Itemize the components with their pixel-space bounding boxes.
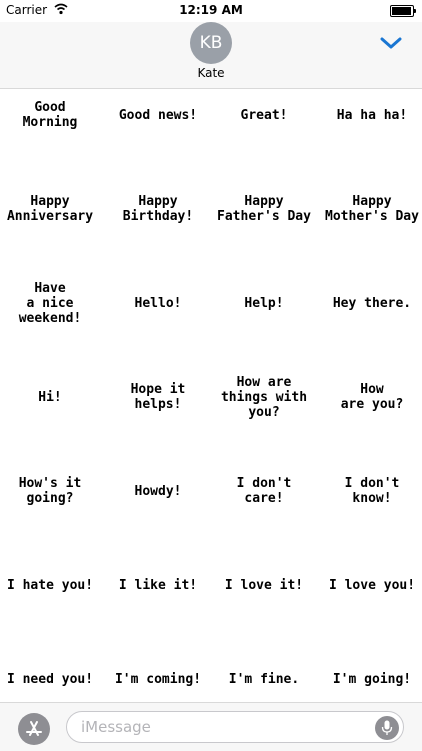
message-input[interactable] — [66, 711, 404, 743]
battery-level — [392, 7, 411, 15]
avatar[interactable]: KB — [190, 22, 232, 64]
sticker-item[interactable]: I don't know! — [320, 447, 422, 535]
sticker-item[interactable]: Hope it helps! — [106, 353, 210, 441]
message-composer — [0, 702, 422, 751]
sticker-item[interactable]: I hate you! — [0, 541, 102, 629]
microphone-icon — [381, 720, 393, 735]
sticker-item[interactable]: I'm going! — [320, 635, 422, 701]
status-time: 12:19 AM — [179, 3, 243, 17]
sticker-item[interactable]: I don't care! — [212, 447, 316, 535]
battery-icon — [390, 5, 416, 17]
sticker-item[interactable]: I'm fine. — [212, 635, 316, 701]
sticker-item[interactable]: Good Morning — [0, 89, 102, 159]
sticker-item[interactable]: How are things with you? — [212, 353, 316, 441]
status-bar: Carrier 12:19 AM — [0, 0, 422, 22]
sticker-item[interactable]: How's it going? — [0, 447, 102, 535]
sticker-item[interactable]: Happy Anniversary — [0, 165, 102, 253]
microphone-button[interactable] — [375, 716, 399, 740]
sticker-item[interactable]: I like it! — [106, 541, 210, 629]
sticker-item[interactable]: Help! — [212, 259, 316, 347]
sticker-item[interactable]: Happy Birthday! — [106, 165, 210, 253]
sticker-item[interactable]: I love you! — [320, 541, 422, 629]
chevron-down-icon[interactable] — [380, 36, 402, 50]
conversation-header: KB Kate — [0, 22, 422, 89]
sticker-item[interactable]: I need you! — [0, 635, 102, 701]
sticker-item[interactable]: Happy Father's Day — [212, 165, 316, 253]
sticker-item[interactable]: Ha ha ha! — [320, 89, 422, 159]
sticker-item[interactable]: Howdy! — [106, 447, 210, 535]
sticker-item[interactable]: Have a nice weekend! — [0, 259, 102, 347]
sticker-item[interactable]: Hey there. — [320, 259, 422, 347]
sticker-item[interactable]: Hi! — [0, 353, 102, 441]
sticker-item[interactable]: How are you? — [320, 353, 422, 441]
app-store-button[interactable] — [18, 713, 50, 745]
sticker-grid: Good Morning Good news! Great! Ha ha ha! Hap… — [0, 89, 422, 701]
sticker-item[interactable]: Hello! — [106, 259, 210, 347]
sticker-item[interactable]: Happy Mother's Day — [320, 165, 422, 253]
sticker-item[interactable]: Great! — [212, 89, 316, 159]
app-store-icon — [26, 721, 42, 736]
sticker-item[interactable]: Good news! — [106, 89, 210, 159]
sticker-item[interactable]: I love it! — [212, 541, 316, 629]
sticker-item[interactable]: I'm coming! — [106, 635, 210, 701]
contact-name[interactable]: Kate — [0, 66, 422, 80]
